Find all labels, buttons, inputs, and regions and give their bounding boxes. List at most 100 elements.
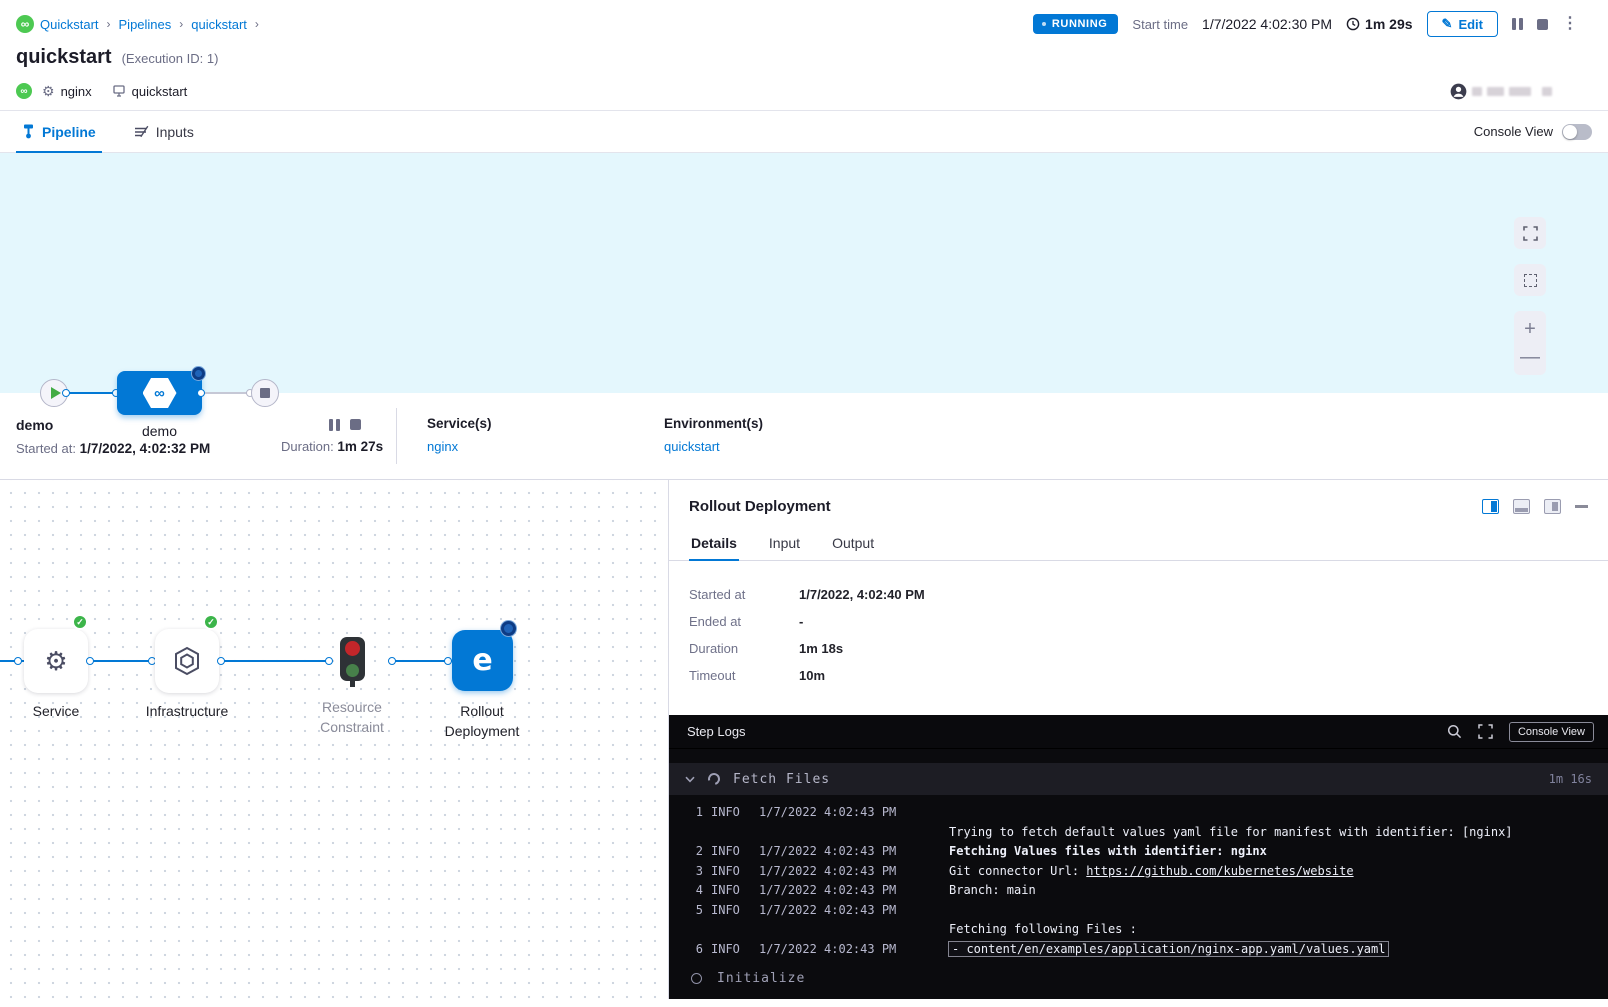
end-node[interactable] xyxy=(251,379,279,407)
edit-button[interactable]: ✎ Edit xyxy=(1427,11,1498,37)
tab-input[interactable]: Input xyxy=(767,529,802,560)
search-icon[interactable] xyxy=(1447,724,1462,739)
clock-icon xyxy=(1346,17,1360,31)
success-check-icon: ✓ xyxy=(72,614,88,630)
avatar[interactable] xyxy=(1450,83,1467,100)
step-link xyxy=(390,660,452,662)
stage-link xyxy=(68,392,117,394)
log-section-initialize[interactable]: Initialize xyxy=(669,959,1608,986)
layout-right-split-icon[interactable] xyxy=(1482,499,1499,514)
detail-value: 1m 18s xyxy=(799,641,1588,656)
running-dot-icon xyxy=(1042,22,1046,26)
elapsed-time: 1m 29s xyxy=(1346,16,1412,32)
execution-graph-canvas[interactable]: ⚙ ✓ Service ✓ Infrastructure Resource Co… xyxy=(0,480,668,999)
node-port xyxy=(217,657,225,665)
node-port xyxy=(444,657,452,665)
detail-label: Duration xyxy=(689,641,799,656)
services-label: Service(s) xyxy=(427,416,664,431)
service-tag[interactable]: ⚙ nginx xyxy=(42,84,92,99)
node-port xyxy=(62,389,70,397)
step-label: Rollout Deployment xyxy=(427,701,537,741)
pause-pipeline-icon[interactable] xyxy=(1512,18,1523,30)
node-port xyxy=(197,389,205,397)
node-port xyxy=(388,657,396,665)
log-line: 2INFO1/7/2022 4:02:43 PMFetching Values … xyxy=(689,842,1592,862)
traffic-light-red-icon xyxy=(345,641,360,656)
environment-tag[interactable]: quickstart xyxy=(112,84,188,99)
zoom-out-button[interactable]: — xyxy=(1520,343,1540,371)
layout-right-panel-icon[interactable] xyxy=(1544,499,1561,514)
detail-label: Started at xyxy=(689,587,799,602)
tab-pipeline[interactable]: Pipeline xyxy=(16,111,102,152)
step-panel-tabs: Details Input Output xyxy=(669,529,1608,561)
breadcrumb-link-project[interactable]: Quickstart xyxy=(40,17,99,32)
execution-id: (Execution ID: 1) xyxy=(122,51,219,66)
selection-icon xyxy=(1524,274,1537,287)
breadcrumb-link-pipeline[interactable]: quickstart xyxy=(191,17,247,32)
infrastructure-hexagon-icon xyxy=(173,646,201,676)
service-link[interactable]: nginx xyxy=(427,439,458,454)
running-loader-icon xyxy=(706,771,722,787)
zoom-in-button[interactable]: + xyxy=(1524,315,1536,343)
step-node-resource-constraint[interactable] xyxy=(340,637,365,681)
page-header: ∞ Quickstart › Pipelines › quickstart › … xyxy=(0,12,1608,102)
step-node-rollout-deployment[interactable]: e xyxy=(452,630,513,691)
more-options-icon[interactable]: ⋮ xyxy=(1562,18,1578,30)
log-line: 4INFO1/7/2022 4:02:43 PMBranch: main xyxy=(689,881,1592,901)
stage-node-demo[interactable]: ∞ xyxy=(117,371,202,415)
stop-pipeline-icon[interactable] xyxy=(1537,19,1548,30)
detail-value: 10m xyxy=(799,668,1588,683)
traffic-light-green-icon xyxy=(346,664,359,677)
minimize-panel-icon[interactable] xyxy=(1575,505,1588,508)
pencil-icon: ✎ xyxy=(1442,16,1453,32)
rollout-icon: e xyxy=(472,643,492,678)
redacted-text xyxy=(1487,87,1504,96)
fullscreen-button[interactable] xyxy=(1514,217,1546,249)
console-view-button[interactable]: Console View xyxy=(1509,722,1594,742)
node-port xyxy=(14,657,22,665)
selection-button[interactable] xyxy=(1514,264,1546,296)
expand-logs-icon[interactable] xyxy=(1478,724,1493,739)
tab-inputs[interactable]: Inputs xyxy=(128,111,200,152)
breadcrumb-link-pipelines[interactable]: Pipelines xyxy=(119,17,172,32)
environments-label: Environment(s) xyxy=(664,416,763,431)
step-label: Infrastructure xyxy=(122,701,252,721)
log-lines[interactable]: 1INFO1/7/2022 4:02:43 PMTrying to fetch … xyxy=(669,795,1608,959)
pause-stage-icon[interactable] xyxy=(329,419,340,431)
inputs-icon xyxy=(134,125,149,139)
duration-value: 1m 27s xyxy=(337,439,383,454)
log-link[interactable]: https://github.com/kubernetes/website xyxy=(1086,864,1353,878)
pipeline-stage-canvas[interactable]: ∞ demo + — xyxy=(0,153,1608,393)
log-line: 3INFO1/7/2022 4:02:43 PMGit connector Ur… xyxy=(689,862,1592,882)
pipeline-icon xyxy=(22,124,35,139)
started-at-label: Started at: xyxy=(16,441,76,456)
gear-icon: ⚙ xyxy=(44,646,67,677)
stage-running-spinner-icon xyxy=(192,367,205,380)
tab-details[interactable]: Details xyxy=(689,529,739,560)
view-tabs: Pipeline Inputs Console View xyxy=(0,110,1608,153)
step-node-service[interactable]: ⚙ xyxy=(24,629,88,693)
log-section-fetch-files[interactable]: Fetch Files 1m 16s xyxy=(669,763,1608,795)
pending-status-icon xyxy=(691,973,702,984)
log-section-name: Fetch Files xyxy=(733,772,830,787)
divider xyxy=(396,408,397,464)
step-link xyxy=(88,660,155,662)
step-details-table: Started at 1/7/2022, 4:02:40 PM Ended at… xyxy=(669,561,1608,715)
play-icon xyxy=(51,387,61,399)
layout-bottom-split-icon[interactable] xyxy=(1513,499,1530,514)
step-node-infrastructure[interactable] xyxy=(155,629,219,693)
cd-stage-icon: ∞ xyxy=(143,378,177,408)
stage-details-bar: demo Started at: 1/7/2022, 4:02:32 PM Du… xyxy=(0,393,1608,480)
console-view-toggle[interactable] xyxy=(1562,124,1592,140)
stop-stage-icon[interactable] xyxy=(350,419,361,430)
redacted-text xyxy=(1472,87,1482,96)
step-running-spinner-icon xyxy=(501,621,516,636)
tab-output[interactable]: Output xyxy=(830,529,876,560)
harness-logo-icon: ∞ xyxy=(16,15,34,33)
environment-link[interactable]: quickstart xyxy=(664,439,720,454)
breadcrumb-separator: › xyxy=(179,17,183,31)
detail-label: Timeout xyxy=(689,668,799,683)
breadcrumb-separator: › xyxy=(107,17,111,31)
duration-label: Duration: xyxy=(281,439,334,454)
log-section-duration: 1m 16s xyxy=(1549,772,1592,786)
